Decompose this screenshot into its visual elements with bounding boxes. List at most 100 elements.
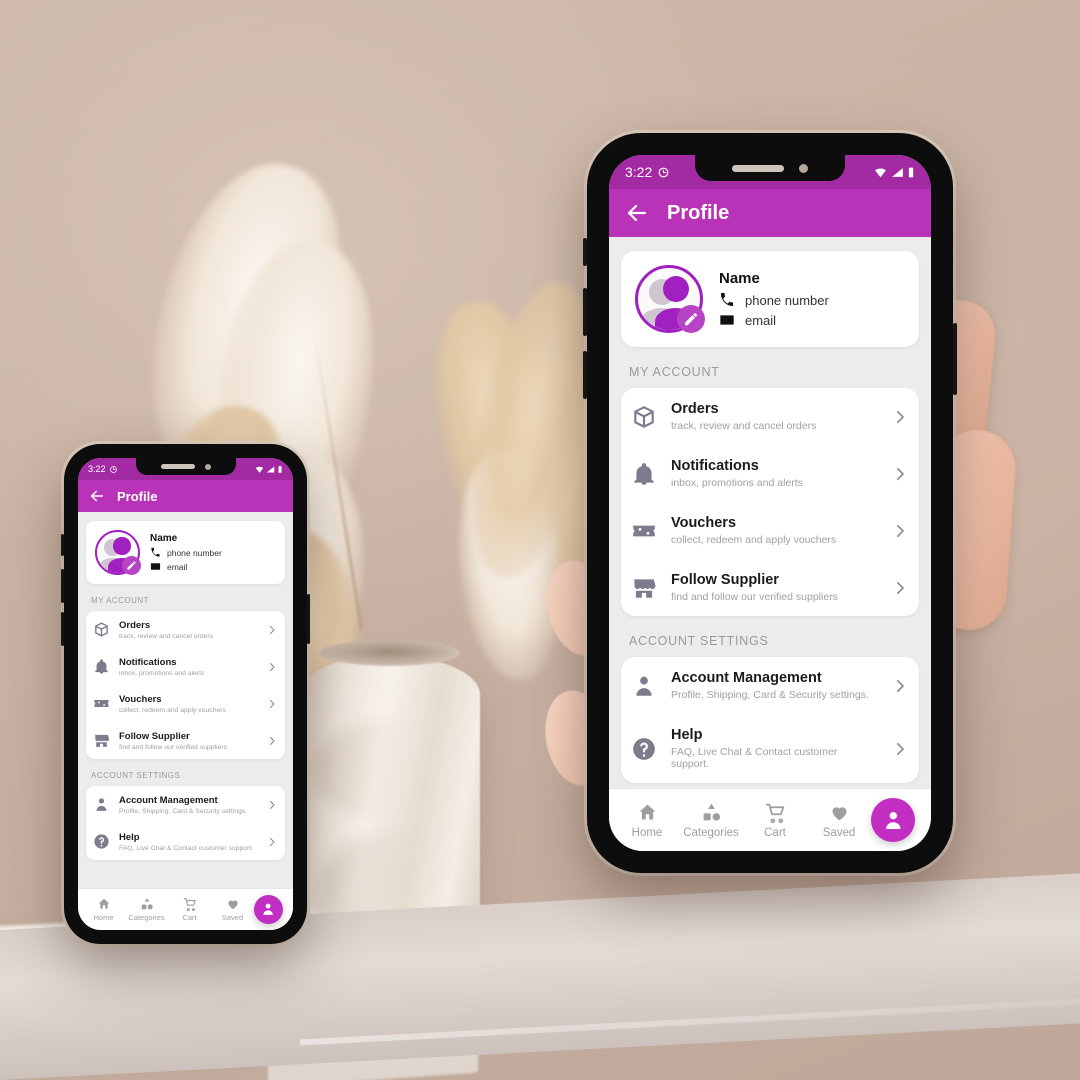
store-icon [93,732,110,749]
chevron-right-icon [266,836,278,848]
nav-label: Saved [822,826,856,839]
list-item-text: Help FAQ, Live Chat & Contact customer s… [119,832,257,852]
signal-icon [266,465,275,474]
account-settings-card: Account Management Profile, Shipping, Ca… [621,657,919,783]
nav-item-saved[interactable]: Saved [807,802,871,839]
phone-screen-main: 3:22 Profile Name phone number email MY … [609,155,931,851]
list-item-account-management[interactable]: Account Management Profile, Shipping, Ca… [86,786,285,823]
chevron-right-icon [266,698,278,710]
nav-label: Cart [764,826,786,839]
list-item-text: Account Management Profile, Shipping, Ca… [119,795,257,815]
list-item-account-management[interactable]: Account Management Profile, Shipping, Ca… [621,657,919,714]
list-item-title: Follow Supplier [119,730,190,742]
chevron-right-icon [266,624,278,636]
app-bar: Profile [78,480,293,512]
list-item-text: Notifications inbox, promotions and aler… [119,657,257,677]
list-item-subtitle: FAQ, Live Chat & Contact customer suppor… [119,844,254,852]
home-indicator [716,840,824,844]
nav-label: Categories [128,913,165,922]
list-item-follow-supplier[interactable]: Follow Supplier find and follow our veri… [621,559,919,616]
wifi-icon [255,465,264,474]
list-item-subtitle: find and follow our verified suppliers [671,591,838,603]
earpiece-speaker [160,464,195,469]
chevron-right-icon [266,735,278,747]
list-item-subtitle: inbox, promotions and alerts [119,669,205,677]
profile-card[interactable]: Name phone number email [621,251,919,347]
list-item-notifications[interactable]: Notifications inbox, promotions and aler… [621,445,919,502]
nav-label: Home [93,913,114,922]
volume-down-button-main[interactable] [583,351,587,399]
power-button-small[interactable] [307,594,310,644]
nav-item-cart[interactable]: Cart [168,897,211,922]
profile-card[interactable]: Name phone number email [86,521,285,584]
list-item-subtitle: FAQ, Live Chat & Contact customer suppor… [671,746,838,770]
pencil-icon[interactable] [122,556,141,575]
volume-button-small[interactable] [61,534,64,556]
page-title: Profile [117,488,158,504]
list-item-text: Orders track, review and cancel orders [119,620,257,640]
list-item-help[interactable]: Help FAQ, Live Chat & Contact customer s… [86,823,285,860]
vase-opening [320,640,460,666]
chevron-right-icon [891,579,909,597]
nav-label: Categories [683,826,739,839]
profile-email: email [745,312,777,328]
list-item-orders[interactable]: Orders track, review and cancel orders [86,611,285,648]
package-icon [93,621,110,638]
list-item-title: Vouchers [119,693,162,705]
nav-item-cart[interactable]: Cart [743,802,807,839]
volume-up-button-small[interactable] [61,569,64,603]
back-arrow-icon[interactable] [625,201,649,225]
list-item-text: Account Management Profile, Shipping, Ca… [671,670,877,701]
list-item-vouchers[interactable]: Vouchers collect, redeem and apply vouch… [621,502,919,559]
voucher-icon [93,695,110,712]
section-title-my-account: MY ACCOUNT [91,596,149,605]
account-icon[interactable] [871,798,915,842]
alarm-icon [657,166,670,179]
profile-phone-row: phone number [150,547,222,558]
list-item-subtitle: collect, redeem and apply vouchers [119,706,226,714]
envelope-icon [719,312,735,328]
nav-item-categories[interactable]: Categories [125,897,168,922]
home-icon [637,802,658,823]
volume-up-button-main[interactable] [583,288,587,336]
profile-name: Name [719,270,760,287]
list-item-orders[interactable]: Orders track, review and cancel orders [621,388,919,445]
categories-icon [140,897,154,911]
list-item-help[interactable]: Help FAQ, Live Chat & Contact customer s… [621,714,919,783]
person-icon [93,796,110,813]
nav-item-home[interactable]: Home [82,897,125,922]
nav-item-saved[interactable]: Saved [211,897,254,922]
mute-switch-main[interactable] [583,238,587,266]
profile-details: Name phone number email [150,533,222,572]
list-item-text: Vouchers collect, redeem and apply vouch… [119,694,257,714]
avatar-wrap[interactable] [635,265,705,333]
list-item-subtitle: inbox, promotions and alerts [671,477,803,489]
nav-item-categories[interactable]: Categories [679,802,743,839]
screen-content: Name phone number email MY ACCOUNT Order… [609,237,931,783]
back-arrow-icon[interactable] [89,488,105,504]
alarm-icon [109,465,118,474]
avatar-wrap[interactable] [95,530,141,575]
list-item-text: Help FAQ, Live Chat & Contact customer s… [671,727,877,770]
profile-phone-row: phone number [719,292,829,308]
person-icon [631,673,657,699]
home-indicator [150,922,221,925]
power-button-main[interactable] [953,323,957,395]
status-left: 3:22 [88,464,118,474]
chevron-right-icon [891,522,909,540]
list-item-vouchers[interactable]: Vouchers collect, redeem and apply vouch… [86,685,285,722]
list-item-title: Account Management [671,670,822,686]
nav-item-home[interactable]: Home [615,802,679,839]
pencil-icon[interactable] [677,305,705,333]
list-item-title: Notifications [671,458,759,474]
dried-stems [313,330,480,631]
account-icon[interactable] [254,895,283,924]
list-item-text: Follow Supplier find and follow our veri… [119,731,257,751]
voucher-icon [631,518,657,544]
list-item-follow-supplier[interactable]: Follow Supplier find and follow our veri… [86,722,285,759]
volume-down-button-small[interactable] [61,612,64,646]
profile-phone: phone number [167,547,222,558]
my-account-card: Orders track, review and cancel orders N… [621,388,919,616]
list-item-title: Account Management [119,794,218,806]
list-item-notifications[interactable]: Notifications inbox, promotions and aler… [86,648,285,685]
